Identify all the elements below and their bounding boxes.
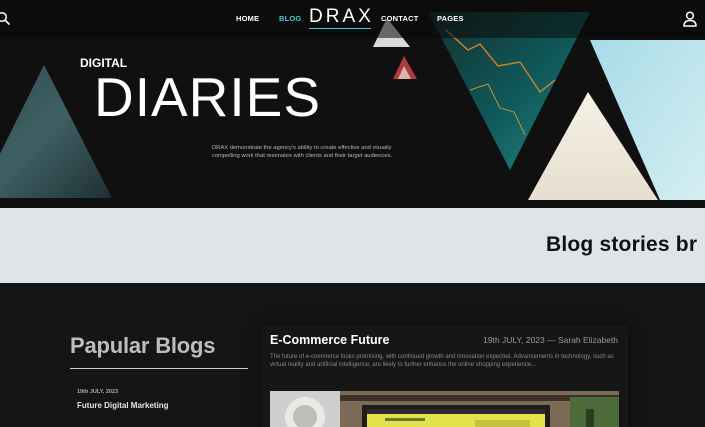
drax-logo[interactable]: DRAX: [309, 6, 371, 26]
popular-item-title[interactable]: Future Digital Marketing: [77, 401, 169, 410]
nav-link-contact[interactable]: CONTACT: [381, 14, 419, 23]
nav-link-home[interactable]: HOME: [236, 14, 259, 23]
band-marquee-title: Blog stories br: [546, 233, 698, 256]
popular-item-date: 19th JULY, 2023: [77, 389, 119, 395]
featured-post-image[interactable]: [270, 391, 619, 427]
laptop-desk-photo: [270, 391, 619, 427]
blog-stories-band: Blog stories br: [0, 208, 705, 283]
logo-underline: [309, 28, 371, 29]
hero-title: DIARIES: [94, 66, 322, 128]
hero-description: DRAX demonstrate the agency's ability to…: [212, 145, 393, 160]
popular-blogs-divider: [70, 368, 248, 369]
popular-blogs-title: Papular Blogs: [70, 333, 216, 358]
nav-link-blog[interactable]: BLOG: [279, 14, 301, 23]
search-icon[interactable]: [0, 11, 10, 25]
featured-post-card[interactable]: E-Commerce Future 19th JULY, 2023 — Sara…: [262, 325, 628, 427]
svg-text:DRAX: DRAX: [309, 6, 371, 26]
blog-content-section: Papular Blogs 19th JULY, 2023 Future Dig…: [0, 283, 705, 427]
featured-post-title[interactable]: E-Commerce Future: [270, 333, 389, 347]
top-navigation: HOME BLOG DRAX CONTACT PAGES: [0, 0, 705, 38]
hero-section: HOME BLOG DRAX CONTACT PAGES DIGITAL DIA…: [0, 0, 705, 208]
nav-link-pages[interactable]: PAGES: [437, 14, 464, 23]
user-icon[interactable]: [683, 11, 697, 27]
featured-post-excerpt: The future of e-commerce looks promising…: [270, 354, 614, 369]
featured-post-meta: 19th JULY, 2023 — Sarah Elizabeth: [483, 335, 618, 345]
